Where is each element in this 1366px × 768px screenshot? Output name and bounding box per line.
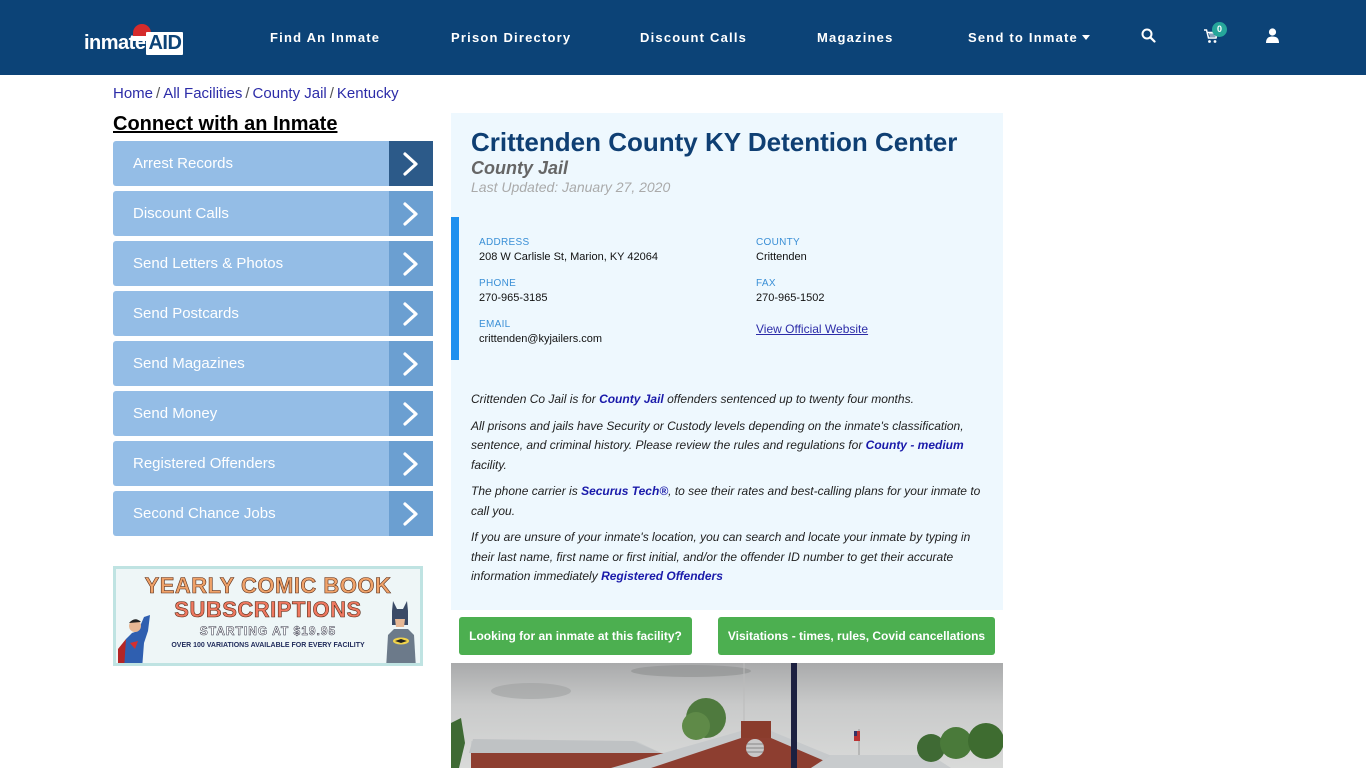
sidebar-item-send-money[interactable]: Send Money — [113, 391, 433, 436]
ad-tagline: OVER 100 VARIATIONS AVAILABLE FOR EVERY … — [171, 642, 365, 649]
facility-card: Crittenden County KY Detention Center Co… — [451, 113, 1003, 610]
facility-contact-info: ADDRESS 208 W Carlisle St, Marion, KY 42… — [451, 217, 1003, 360]
view-official-website-link[interactable]: View Official Website — [756, 322, 868, 336]
cart-count-badge: 0 — [1212, 22, 1227, 37]
fax-value: 270-965-1502 — [756, 292, 825, 304]
sidebar-item-discount-calls[interactable]: Discount Calls — [113, 191, 433, 236]
breadcrumb-county-jail[interactable]: County Jail — [253, 85, 327, 102]
chevron-right-icon — [403, 352, 418, 376]
county-value: Crittenden — [756, 251, 807, 263]
sidebar-item-registered-offenders[interactable]: Registered Offenders — [113, 441, 433, 486]
chevron-right-icon — [403, 502, 418, 526]
nav-discount-calls[interactable]: Discount Calls — [640, 30, 747, 45]
last-updated: Last Updated: January 27, 2020 — [471, 179, 671, 195]
sidebar-menu: Arrest Records Discount Calls Send Lette… — [113, 141, 433, 541]
county-medium-link[interactable]: County - medium — [866, 438, 964, 452]
facility-description: Crittenden Co Jail is for County Jail of… — [471, 392, 981, 583]
find-inmate-at-facility-button[interactable]: Looking for an inmate at this facility? — [459, 617, 692, 655]
caret-down-icon — [1081, 35, 1090, 40]
nav-magazines[interactable]: Magazines — [817, 30, 894, 45]
ad-headline: YEARLY COMIC BOOK — [144, 573, 392, 599]
phone-value: 270-965-3185 — [479, 292, 548, 304]
address-label: ADDRESS — [479, 237, 530, 248]
nav-prison-directory[interactable]: Prison Directory — [451, 30, 571, 45]
securus-tech-link[interactable]: Securus Tech® — [581, 484, 668, 498]
registered-offenders-link[interactable]: Registered Offenders — [601, 569, 723, 583]
email-label: EMAIL — [479, 319, 511, 330]
phone-label: PHONE — [479, 278, 517, 289]
connect-with-inmate-heading: Connect with an Inmate — [113, 113, 338, 135]
fax-label: FAX — [756, 278, 776, 289]
sidebar-item-arrest-records[interactable]: Arrest Records — [113, 141, 433, 186]
email-value: crittenden@kyjailers.com — [479, 333, 603, 345]
breadcrumb-all-facilities[interactable]: All Facilities — [163, 85, 242, 102]
chevron-right-icon — [403, 252, 418, 276]
nav-find-an-inmate[interactable]: Find An Inmate — [270, 30, 380, 45]
breadcrumb: Home / All Facilities / County Jail / Kentucky — [113, 85, 399, 102]
breadcrumb-kentucky[interactable]: Kentucky — [337, 85, 399, 102]
logo-text: inmate — [84, 32, 146, 54]
nav-send-to-inmate[interactable]: Send to Inmate — [968, 30, 1090, 45]
comic-subscription-ad[interactable]: YEARLY COMIC BOOK SUBSCRIPTIONS STARTING… — [113, 566, 423, 666]
breadcrumb-home[interactable]: Home — [113, 85, 153, 102]
sidebar-item-send-magazines[interactable]: Send Magazines — [113, 341, 433, 386]
user-icon[interactable] — [1266, 28, 1279, 48]
ad-subheadline: SUBSCRIPTIONS — [174, 597, 362, 623]
county-label: COUNTY — [756, 237, 801, 248]
address-value: 208 W Carlisle St, Marion, KY 42064 — [479, 251, 658, 263]
inmateaid-logo[interactable]: inmate AID — [84, 24, 184, 56]
chevron-right-icon — [403, 202, 418, 226]
chevron-right-icon — [403, 402, 418, 426]
chevron-right-icon — [403, 152, 418, 176]
ad-price: STARTING AT $19.95 — [199, 624, 337, 639]
county-jail-link[interactable]: County Jail — [599, 392, 664, 406]
facility-photo-illustration — [451, 663, 1003, 768]
sidebar-item-send-letters-photos[interactable]: Send Letters & Photos — [113, 241, 433, 286]
visitations-button[interactable]: Visitations - times, rules, Covid cancel… — [718, 617, 995, 655]
logo-accent: AID — [146, 32, 184, 55]
facility-name: Crittenden County KY Detention Center — [471, 127, 958, 157]
search-icon[interactable] — [1141, 28, 1156, 48]
top-navbar: inmate AID Find An Inmate Prison Director… — [0, 0, 1366, 75]
facility-photo[interactable] — [451, 663, 1003, 768]
chevron-right-icon — [403, 452, 418, 476]
chevron-right-icon — [403, 302, 418, 326]
sidebar-item-second-chance-jobs[interactable]: Second Chance Jobs — [113, 491, 433, 536]
sidebar-item-send-postcards[interactable]: Send Postcards — [113, 291, 433, 336]
facility-type: County Jail — [471, 158, 569, 178]
